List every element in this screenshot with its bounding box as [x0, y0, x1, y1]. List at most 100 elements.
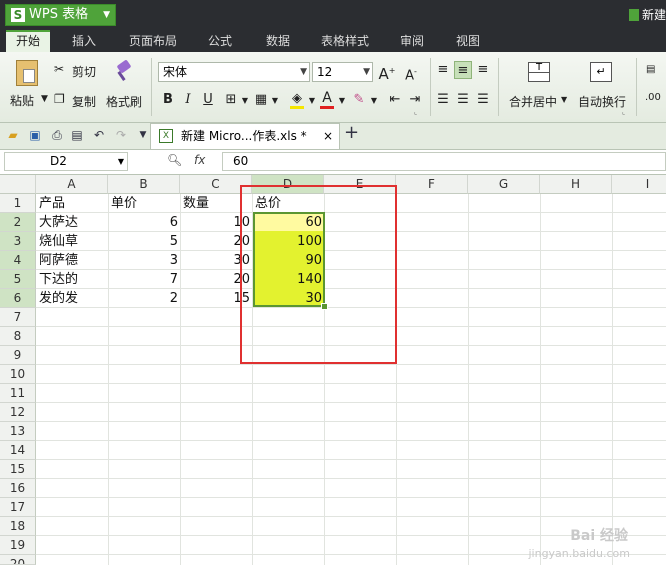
align-bottom-icon[interactable]: ≡: [474, 61, 492, 79]
underline-icon[interactable]: U: [199, 91, 217, 109]
select-all-corner[interactable]: [0, 175, 36, 194]
cell-a6[interactable]: 发的发: [39, 289, 78, 308]
row-header[interactable]: 18: [0, 517, 36, 536]
chevron-down-icon[interactable]: ▼: [365, 92, 383, 110]
column-header[interactable]: F: [396, 175, 468, 194]
print-preview-icon[interactable]: ▤: [70, 128, 84, 142]
alignment-dialog-launcher-icon[interactable]: ⌞: [622, 108, 625, 116]
copy-button[interactable]: 复制: [72, 93, 96, 110]
row-header[interactable]: 11: [0, 384, 36, 403]
format-painter-icon[interactable]: [114, 59, 134, 82]
chevron-down-icon[interactable]: ▼: [333, 92, 351, 110]
merge-center-button[interactable]: 合并居中: [509, 93, 557, 110]
row-header[interactable]: 5: [0, 270, 36, 289]
close-icon[interactable]: ×: [323, 124, 333, 148]
cell-b4[interactable]: 3: [108, 251, 180, 270]
indent-increase-icon[interactable]: ⇥: [406, 91, 424, 109]
row-header[interactable]: 14: [0, 441, 36, 460]
cell-b2[interactable]: 6: [108, 213, 180, 232]
copy-icon[interactable]: ❐: [54, 92, 65, 106]
chevron-down-icon[interactable]: ▼: [561, 95, 567, 104]
customize-toolbar-icon[interactable]: ▼: [136, 128, 150, 142]
font-dialog-launcher-icon[interactable]: ⌞: [414, 108, 417, 116]
align-right-icon[interactable]: ☰: [474, 91, 492, 109]
tab-view[interactable]: 视图: [446, 30, 490, 52]
align-center-icon[interactable]: ☰: [454, 91, 472, 109]
cell-a2[interactable]: 大萨达: [39, 213, 78, 232]
tab-insert[interactable]: 插入: [62, 30, 106, 52]
paste-button[interactable]: 粘贴: [10, 92, 34, 109]
app-menu-button[interactable]: S WPS 表格 ▼: [5, 4, 116, 26]
row-header[interactable]: 3: [0, 232, 36, 251]
bold-icon[interactable]: B: [159, 91, 177, 109]
redo-icon[interactable]: ↷: [114, 128, 128, 142]
cell-a3[interactable]: 烧仙草: [39, 232, 78, 251]
decrease-font-icon[interactable]: A-: [402, 63, 420, 83]
cell-b5[interactable]: 7: [108, 270, 180, 289]
zoom-search-icon[interactable]: 🔍︎: [167, 153, 182, 167]
open-folder-icon[interactable]: ▰: [6, 128, 20, 142]
print-icon[interactable]: ⎙: [50, 128, 64, 142]
formula-input[interactable]: 60: [222, 152, 666, 171]
new-tab-icon[interactable]: +: [344, 124, 359, 142]
row-header[interactable]: 20: [0, 555, 36, 565]
column-header[interactable]: H: [540, 175, 612, 194]
cell-a4[interactable]: 阿萨德: [39, 251, 78, 270]
tab-data[interactable]: 数据: [256, 30, 300, 52]
tab-page-layout[interactable]: 页面布局: [122, 30, 184, 52]
document-tab[interactable]: X 新建 Micro...作表.xls * ×: [150, 123, 340, 149]
chevron-down-icon[interactable]: ▼: [266, 92, 284, 110]
name-box[interactable]: D2 ▼: [4, 152, 128, 171]
column-header[interactable]: B: [108, 175, 180, 194]
font-size-select[interactable]: 12 ▼: [312, 62, 373, 82]
insert-function-button[interactable]: fx: [194, 153, 205, 167]
row-header[interactable]: 7: [0, 308, 36, 327]
row-header[interactable]: 10: [0, 365, 36, 384]
cell-c1[interactable]: 数量: [183, 194, 209, 213]
new-document-button[interactable]: 新建: [628, 6, 666, 23]
indent-decrease-icon[interactable]: ⇤: [386, 91, 404, 109]
save-icon[interactable]: ▣: [28, 128, 42, 142]
row-header[interactable]: 19: [0, 536, 36, 555]
cell-a1[interactable]: 产品: [39, 194, 65, 213]
cut-icon[interactable]: ✂: [54, 62, 64, 76]
row-header[interactable]: 2: [0, 213, 36, 232]
row-header[interactable]: 8: [0, 327, 36, 346]
cell-b6[interactable]: 2: [108, 289, 180, 308]
cell-b3[interactable]: 5: [108, 232, 180, 251]
wrap-text-button[interactable]: 自动换行: [578, 93, 626, 110]
tab-formula[interactable]: 公式: [198, 30, 242, 52]
align-top-icon[interactable]: ≡: [434, 61, 452, 79]
increase-font-icon[interactable]: A+: [378, 62, 396, 83]
tab-table-style[interactable]: 表格样式: [314, 30, 376, 52]
cut-button[interactable]: 剪切: [72, 63, 96, 80]
row-header[interactable]: 6: [0, 289, 36, 308]
format-painter-button[interactable]: 格式刷: [106, 93, 142, 110]
number-format-icon[interactable]: ▤: [646, 64, 655, 75]
row-header[interactable]: 9: [0, 346, 36, 365]
paste-dropdown-icon[interactable]: ▼: [41, 94, 48, 104]
row-header[interactable]: 17: [0, 498, 36, 517]
font-name-select[interactable]: 宋体 ▼: [158, 62, 310, 82]
paste-icon[interactable]: [16, 60, 38, 86]
tab-home[interactable]: 开始: [6, 30, 50, 52]
tab-review[interactable]: 审阅: [390, 30, 434, 52]
italic-icon[interactable]: I: [179, 91, 197, 109]
wrap-text-icon[interactable]: ↵: [590, 62, 612, 82]
row-header[interactable]: 4: [0, 251, 36, 270]
row-header[interactable]: 12: [0, 403, 36, 422]
cell-b1[interactable]: 单价: [111, 194, 137, 213]
row-header[interactable]: 15: [0, 460, 36, 479]
column-header[interactable]: A: [36, 175, 108, 194]
align-middle-icon[interactable]: ≡: [454, 61, 472, 79]
merge-center-icon[interactable]: T: [528, 62, 550, 82]
column-header[interactable]: I: [612, 175, 666, 194]
cell-a5[interactable]: 下达的: [39, 270, 78, 289]
align-left-icon[interactable]: ☰: [434, 91, 452, 109]
undo-icon[interactable]: ↶: [92, 128, 106, 142]
decimal-icon[interactable]: .00: [645, 92, 661, 103]
row-header[interactable]: 1: [0, 194, 36, 213]
column-header[interactable]: G: [468, 175, 540, 194]
row-header[interactable]: 13: [0, 422, 36, 441]
row-header[interactable]: 16: [0, 479, 36, 498]
